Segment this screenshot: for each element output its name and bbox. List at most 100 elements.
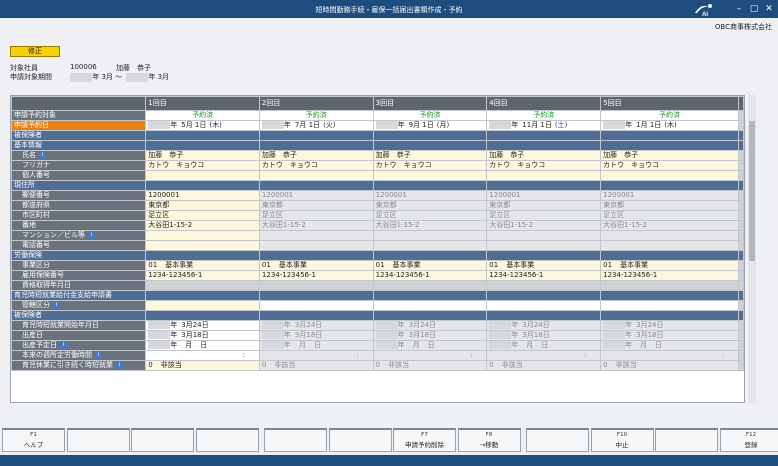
business-cell-4[interactable]: 01 基本事業 xyxy=(486,260,602,271)
childcare_start-cell-5[interactable]: 年 3月24日 xyxy=(600,320,739,331)
emp_ins_no-cell-3[interactable]: 1234-123456-1 xyxy=(372,270,488,281)
postal-cell-3[interactable]: 1200001 xyxy=(372,190,488,201)
postal-cell-2[interactable]: 1200001 xyxy=(258,190,374,201)
personal_no-cell-5[interactable] xyxy=(600,170,739,181)
building-cell-4[interactable] xyxy=(486,230,602,241)
city-cell-3[interactable]: 足立区 xyxy=(372,210,488,221)
street-cell-5[interactable]: 大谷田1-15-2 xyxy=(600,220,739,231)
emp_ins_no-cell-4[interactable]: 1234-123456-1 xyxy=(486,270,602,281)
personal_no-cell-3[interactable] xyxy=(372,170,488,181)
apply-target-cell-1[interactable]: 予約済 xyxy=(145,110,260,121)
qualify_date-cell-5[interactable] xyxy=(600,280,739,291)
due-cell-3[interactable]: 年月日 xyxy=(372,340,488,351)
business-cell-3[interactable]: 01 基本事業 xyxy=(372,260,488,271)
birth-cell-3[interactable]: 年 3月18日 xyxy=(372,330,488,341)
name-cell-3[interactable]: 加藤 恭子 xyxy=(372,150,488,161)
city-cell-5[interactable]: 足立区 xyxy=(600,210,739,221)
city-cell-2[interactable]: 足立区 xyxy=(258,210,374,221)
business-cell-5[interactable]: 01 基本事業 xyxy=(600,260,739,271)
building-cell-3[interactable] xyxy=(372,230,488,241)
qualify_date-cell-3[interactable] xyxy=(372,280,488,291)
postal-cell-4[interactable]: 1200001 xyxy=(486,190,602,201)
business-cell-1[interactable]: 01 基本事業 xyxy=(145,260,260,271)
business-cell-2[interactable]: 01 基本事業 xyxy=(258,260,374,271)
apply-target-cell-4[interactable]: 予約済 xyxy=(486,110,602,121)
fkey-button-3[interactable] xyxy=(131,428,194,452)
pref-cell-1[interactable]: 東京都 xyxy=(145,200,260,211)
maximize-icon[interactable]: ▢ xyxy=(748,3,760,15)
fkey-button-4[interactable] xyxy=(195,428,259,452)
birth-cell-5[interactable]: 年 3月18日 xyxy=(600,330,739,341)
birth-cell-2[interactable]: 年 3月18日 xyxy=(258,330,374,341)
childcare_start-cell-4[interactable]: 年 3月24日 xyxy=(486,320,602,331)
building-cell-2[interactable] xyxy=(258,230,374,241)
street-cell-4[interactable]: 大谷田1-15-2 xyxy=(486,220,602,231)
building-cell-5[interactable] xyxy=(600,230,739,241)
kana-cell-2[interactable]: カトウ キョウコ xyxy=(258,160,374,171)
phone-cell-1[interactable] xyxy=(145,240,260,251)
name-cell-2[interactable]: 加藤 恭子 xyxy=(258,150,374,161)
street-cell-2[interactable]: 大谷田1-15-2 xyxy=(258,220,374,231)
pref-cell-3[interactable]: 東京都 xyxy=(372,200,488,211)
apply-target-cell-2[interactable]: 予約済 xyxy=(258,110,374,121)
jurisdiction-cell-3[interactable] xyxy=(372,300,488,311)
kana-cell-1[interactable]: カトウ キョウコ xyxy=(145,160,260,171)
fkey-button-5[interactable] xyxy=(264,428,327,452)
phone-cell-3[interactable] xyxy=(372,240,488,251)
pref-cell-5[interactable]: 東京都 xyxy=(600,200,739,211)
city-cell-1[interactable]: 足立区 xyxy=(145,210,260,221)
phone-cell-5[interactable] xyxy=(600,240,739,251)
continued-cell-2[interactable]: 0 非該当 xyxy=(258,360,374,371)
pref-cell-2[interactable]: 東京都 xyxy=(258,200,374,211)
birth-cell-4[interactable]: 年 3月18日 xyxy=(486,330,602,341)
qualify_date-cell-2[interactable] xyxy=(258,280,374,291)
fkey-button-10[interactable]: F10 中止 xyxy=(590,428,654,452)
emp_ins_no-cell-5[interactable]: 1234-123456-1 xyxy=(600,270,739,281)
scheduled-hours-cell-4[interactable]: : xyxy=(486,350,602,361)
scheduled-hours-cell-2[interactable]: : xyxy=(258,350,374,361)
name-cell-5[interactable]: 加藤 恭子 xyxy=(600,150,739,161)
fkey-button-1[interactable]: F1 ヘルプ xyxy=(2,428,65,452)
street-cell-1[interactable]: 大谷田1-15-2 xyxy=(145,220,260,231)
emp_ins_no-cell-1[interactable]: 1234-123456-1 xyxy=(145,270,260,281)
phone-cell-2[interactable] xyxy=(258,240,374,251)
jurisdiction-cell-2[interactable] xyxy=(258,300,374,311)
scheduled-hours-cell-3[interactable]: : xyxy=(372,350,488,361)
childcare_start-cell-2[interactable]: 年 3月24日 xyxy=(258,320,374,331)
phone-cell-4[interactable] xyxy=(486,240,602,251)
continued-cell-1[interactable]: 0 非該当 xyxy=(145,360,260,371)
personal_no-cell-4[interactable] xyxy=(486,170,602,181)
pref-cell-4[interactable]: 東京都 xyxy=(486,200,602,211)
childcare_start-cell-1[interactable]: 年 3月24日 xyxy=(145,320,260,331)
apply-target-cell-3[interactable]: 予約済 xyxy=(372,110,488,121)
postal-cell-5[interactable]: 1200001 xyxy=(600,190,739,201)
due-cell-4[interactable]: 年月日 xyxy=(486,340,602,351)
emp_ins_no-cell-2[interactable]: 1234-123456-1 xyxy=(258,270,374,281)
name-cell-4[interactable]: 加藤 恭子 xyxy=(486,150,602,161)
personal_no-cell-2[interactable] xyxy=(258,170,374,181)
fkey-button-2[interactable] xyxy=(66,428,130,452)
scrollbar-thumb[interactable] xyxy=(749,121,755,261)
apply-date-cell-3[interactable]: 年 9月 1日 (月) xyxy=(372,120,488,131)
qualify_date-cell-4[interactable] xyxy=(486,280,602,291)
kana-cell-5[interactable]: カトウ キョウコ xyxy=(600,160,739,171)
jurisdiction-cell-5[interactable] xyxy=(600,300,739,311)
fkey-button-6[interactable] xyxy=(328,428,392,452)
jurisdiction-cell-4[interactable] xyxy=(486,300,602,311)
street-cell-3[interactable]: 大谷田1-15-2 xyxy=(372,220,488,231)
postal-cell-1[interactable]: 1200001 xyxy=(145,190,260,201)
name-cell-1[interactable]: 加藤 恭子 xyxy=(145,150,260,161)
apply-date-cell-5[interactable]: 年 1月 1日 (木) xyxy=(600,120,739,131)
personal_no-cell-1[interactable] xyxy=(145,170,260,181)
scheduled-hours-cell-1[interactable]: : xyxy=(145,350,260,361)
continued-cell-5[interactable]: 0 非該当 xyxy=(600,360,739,371)
childcare_start-cell-3[interactable]: 年 3月24日 xyxy=(372,320,488,331)
fkey-button-11[interactable] xyxy=(655,428,718,452)
city-cell-4[interactable]: 足立区 xyxy=(486,210,602,221)
fkey-button-8[interactable]: F8 →移動 xyxy=(457,428,521,452)
apply-date-cell-1[interactable]: 年 5月 1日 (木) xyxy=(145,120,260,131)
close-icon[interactable]: ✕ xyxy=(763,3,775,15)
vertical-scrollbar[interactable] xyxy=(748,95,756,403)
apply-date-cell-2[interactable]: 年 7月 1日 (火) xyxy=(258,120,374,131)
apply-date-cell-4[interactable]: 年 11月 1日 (土) xyxy=(486,120,602,131)
